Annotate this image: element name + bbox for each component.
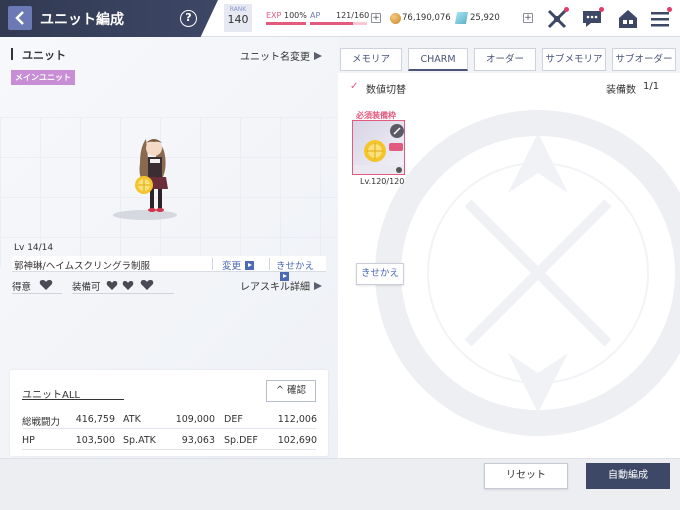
exp-value: 100% bbox=[284, 11, 307, 20]
confirm-label: 確認 bbox=[286, 385, 306, 396]
charm-icon bbox=[353, 124, 404, 174]
menu-icon[interactable] bbox=[649, 7, 672, 30]
gem-value: 25,920 bbox=[470, 13, 500, 23]
rare-skill-button[interactable]: レアスキル詳細 bbox=[240, 278, 322, 293]
back-button[interactable] bbox=[8, 6, 32, 30]
charm-card[interactable] bbox=[352, 120, 405, 175]
stat-value: 416,759 bbox=[75, 414, 115, 425]
costume-row: 郭神琳/ヘイムスクリングラ制服 変更 きせかえ bbox=[12, 256, 326, 281]
rename-unit-button[interactable]: ユニット名変更 bbox=[240, 48, 322, 63]
stat-label: Sp.DEF bbox=[224, 435, 258, 446]
unit-level: Lv 14/14 bbox=[14, 243, 54, 253]
top-bar: ユニット編成 ? RANK 140 EXP 100% AP 121/160 + … bbox=[0, 0, 680, 37]
footer-bar bbox=[0, 458, 680, 510]
confirm-button[interactable]: ^ 確認 bbox=[266, 380, 316, 402]
tab-charm[interactable]: CHARM bbox=[408, 48, 468, 71]
equippable-label: 装備可 bbox=[72, 282, 101, 293]
stat-label: DEF bbox=[224, 414, 243, 425]
stat-value: 93,063 bbox=[181, 435, 215, 446]
stat-value: 102,690 bbox=[277, 435, 317, 446]
home-icon[interactable] bbox=[617, 8, 639, 30]
chevron-right-icon bbox=[314, 282, 322, 290]
value-toggle-label: 数値切替 bbox=[366, 85, 406, 96]
chat-icon[interactable] bbox=[581, 7, 604, 30]
stat-value: 109,000 bbox=[175, 414, 215, 425]
stat-value: 112,006 bbox=[277, 414, 317, 425]
character-sprite[interactable] bbox=[100, 133, 190, 223]
ap-value: 121/160 bbox=[336, 11, 370, 20]
change-button[interactable]: 変更 bbox=[222, 258, 255, 272]
arrow-icon bbox=[245, 261, 255, 270]
chevron-right-icon bbox=[314, 52, 322, 60]
dress-up-label: きせかえ bbox=[276, 261, 315, 272]
stat-label: ATK bbox=[123, 414, 141, 425]
help-icon[interactable]: ? bbox=[180, 10, 197, 27]
ap-bar-fill bbox=[310, 22, 353, 25]
charm-level: Lv.120/120 bbox=[360, 177, 405, 186]
notification-dot bbox=[599, 7, 604, 12]
page-title: ユニット編成 bbox=[40, 12, 124, 28]
coin-value: 76,190,076 bbox=[402, 13, 451, 23]
underline bbox=[72, 293, 174, 294]
change-label: 変更 bbox=[222, 261, 242, 272]
heart-icon bbox=[140, 280, 154, 290]
costume-name: 郭神琳/ヘイムスクリングラ制服 bbox=[14, 261, 151, 272]
tab-order[interactable]: オーダー bbox=[474, 48, 536, 71]
tab-sub-memoria[interactable]: サブメモリア bbox=[542, 48, 606, 71]
notification-dot bbox=[564, 7, 569, 12]
ap-label: AP bbox=[310, 11, 321, 20]
exp-bar bbox=[266, 22, 306, 25]
rare-skill-label: レアスキル詳細 bbox=[240, 282, 310, 293]
gem-icon bbox=[454, 12, 469, 24]
heart-icon bbox=[106, 281, 118, 290]
divider bbox=[22, 428, 316, 429]
equip-count-value: 1/1 bbox=[643, 81, 660, 92]
chevron-up-icon: ^ bbox=[276, 385, 287, 396]
tab-memoria[interactable]: メモリア bbox=[340, 48, 402, 71]
tab-sub-order[interactable]: サブオーダー bbox=[612, 48, 676, 71]
coin-icon bbox=[390, 13, 401, 24]
heart-icon bbox=[39, 280, 53, 290]
equip-count-label: 装備数 bbox=[606, 85, 636, 96]
stats-underline bbox=[22, 399, 124, 400]
stats-card: ユニットALL ^ 確認 総戦闘力 416,759 ATK 109,000 DE… bbox=[10, 370, 328, 456]
underline bbox=[12, 293, 62, 294]
specialty-label: 得意 bbox=[12, 282, 32, 293]
main-unit-badge: メインユニット bbox=[11, 70, 75, 85]
stat-value: 103,500 bbox=[75, 435, 115, 446]
heart-icon bbox=[122, 281, 134, 290]
rank-badge: RANK 140 bbox=[224, 4, 252, 32]
rank-value: 140 bbox=[227, 13, 249, 26]
exp-label: EXP bbox=[266, 11, 282, 20]
value-toggle-checkbox[interactable]: ✓ bbox=[350, 82, 360, 92]
stat-label: HP bbox=[22, 435, 35, 446]
charm-dress-up-button[interactable]: きせかえ bbox=[356, 263, 404, 285]
stat-label: Sp.ATK bbox=[123, 435, 156, 446]
unit-section-title: ユニット bbox=[22, 49, 66, 62]
auto-formation-button[interactable]: 自動編成 bbox=[586, 463, 670, 489]
battle-icon[interactable] bbox=[546, 7, 569, 30]
divider bbox=[212, 258, 213, 270]
rank-label: RANK bbox=[229, 6, 247, 13]
divider bbox=[22, 449, 316, 450]
notification-dot bbox=[667, 7, 672, 12]
rename-label: ユニット名変更 bbox=[240, 52, 310, 63]
ap-plus-button[interactable]: + bbox=[371, 13, 381, 23]
section-marker bbox=[11, 48, 13, 60]
chevron-left-icon bbox=[15, 11, 24, 25]
reset-button[interactable]: リセット bbox=[484, 463, 568, 489]
gem-plus-button[interactable]: + bbox=[523, 13, 533, 23]
divider bbox=[269, 258, 270, 270]
stat-label: 総戦闘力 bbox=[22, 417, 61, 428]
